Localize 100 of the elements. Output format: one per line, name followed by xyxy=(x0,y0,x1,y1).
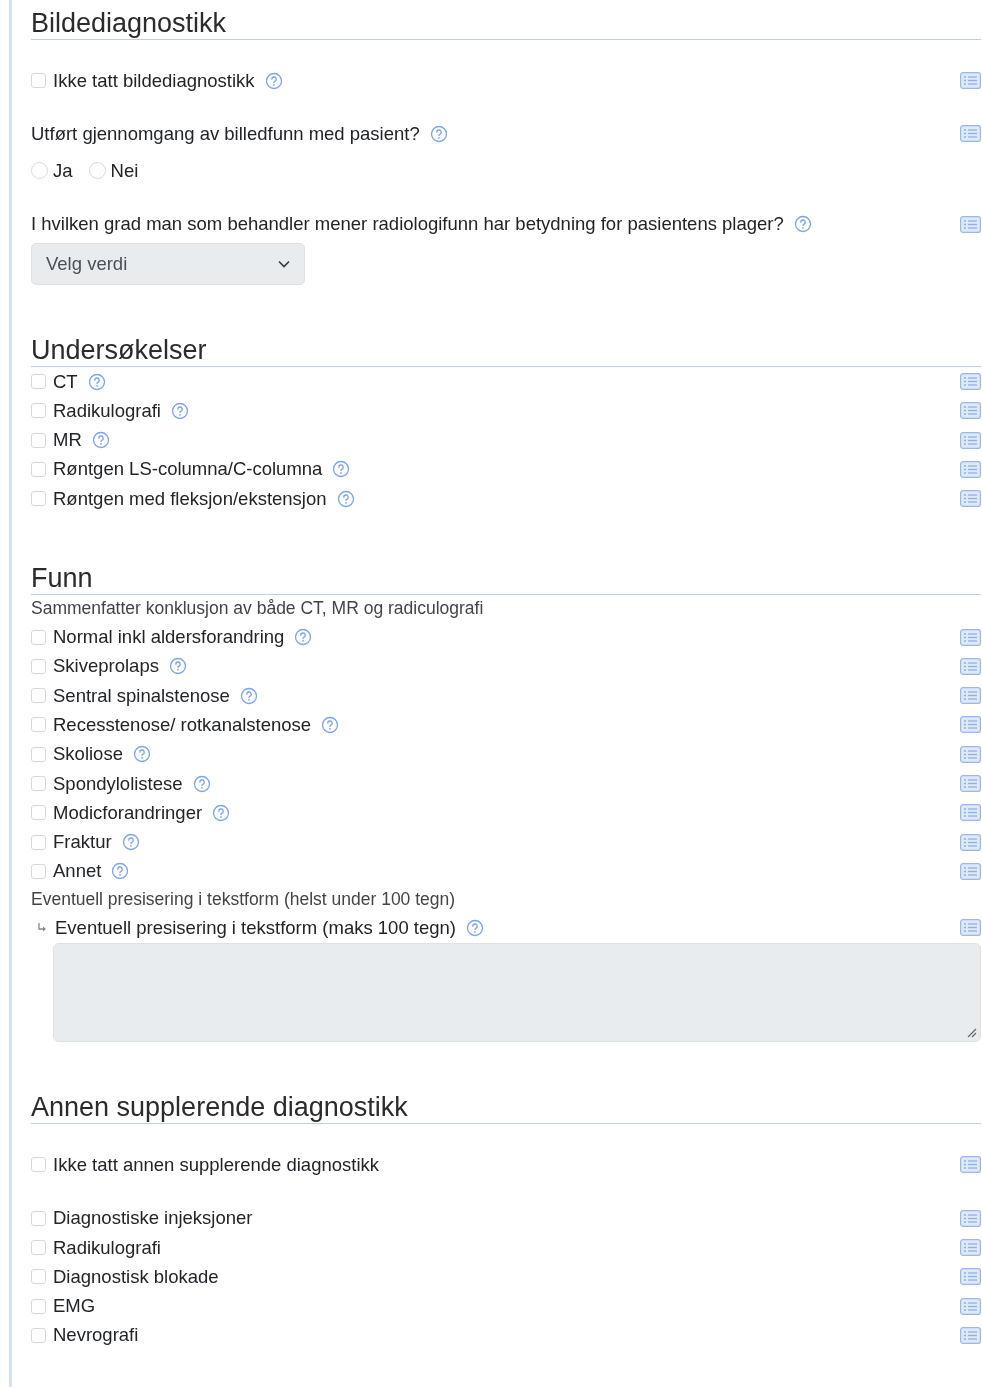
list-icon[interactable] xyxy=(960,1209,981,1227)
list-icon[interactable] xyxy=(960,72,981,90)
list-icon[interactable] xyxy=(960,687,981,705)
section-heading: Undersøkelser xyxy=(31,334,981,367)
checkbox[interactable] xyxy=(31,658,46,674)
help-icon[interactable] xyxy=(793,215,812,234)
checkbox-label: Ikke tatt annen supplerende diagnostikk xyxy=(53,1154,380,1176)
checkbox[interactable] xyxy=(31,491,46,507)
help-icon[interactable] xyxy=(466,918,484,937)
list-icon[interactable] xyxy=(960,833,981,851)
checkbox-label: Diagnostiske injeksjoner xyxy=(53,1207,253,1230)
help-icon[interactable] xyxy=(121,833,140,852)
checkbox-label: Recesstenose/ rotkanalstenose xyxy=(53,713,312,736)
checkbox-label: Fraktur xyxy=(53,831,112,854)
checkbox-label: Diagnostisk blokade xyxy=(53,1265,219,1288)
checkbox[interactable] xyxy=(31,776,46,791)
checkbox[interactable] xyxy=(31,403,46,419)
hint-text: Eventuell presisering i tekstform (helst under 100 tegn) xyxy=(31,889,456,911)
checkbox[interactable] xyxy=(31,717,46,733)
list-icon[interactable] xyxy=(960,657,981,675)
section-heading: Funn xyxy=(31,563,981,596)
help-icon[interactable] xyxy=(87,372,106,391)
help-icon[interactable] xyxy=(132,745,151,764)
checkbox-label: Radikulografi xyxy=(53,399,161,422)
checkbox-label: MR xyxy=(53,429,82,452)
checkbox-label: Annet xyxy=(53,860,102,883)
help-icon[interactable] xyxy=(294,628,313,646)
checkbox-label: Spondylolistese xyxy=(53,772,183,795)
section-heading: Annen supplerende diagnostikk xyxy=(31,1092,981,1125)
checkbox[interactable] xyxy=(31,1210,46,1226)
checkbox[interactable] xyxy=(31,374,46,390)
field-label: Eventuell presisering i tekstform (maks 100 tegn) xyxy=(55,916,456,939)
checkbox-label: Skiveprolaps xyxy=(53,655,159,678)
list-icon[interactable] xyxy=(960,1268,981,1286)
checkbox-label: CT xyxy=(53,370,78,393)
list-icon[interactable] xyxy=(960,431,981,449)
checkbox[interactable] xyxy=(31,688,46,704)
help-icon[interactable] xyxy=(239,686,258,705)
select-dropdown[interactable]: Velg verdi xyxy=(31,242,305,285)
question-label: Utført gjennomgang av billedfunn med pasient? xyxy=(31,122,420,145)
indent-arrow-icon xyxy=(37,922,47,934)
help-icon[interactable] xyxy=(332,460,351,479)
list-icon[interactable] xyxy=(960,490,981,508)
list-icon[interactable] xyxy=(960,775,981,792)
list-icon[interactable] xyxy=(960,373,981,391)
list-icon[interactable] xyxy=(960,402,981,420)
checkbox[interactable] xyxy=(31,1240,46,1256)
hint-text: Sammenfatter konklusjon av både CT, MR og radiculografi xyxy=(31,598,484,620)
list-icon[interactable] xyxy=(960,804,981,822)
checkbox-label: Nevrografi xyxy=(53,1324,139,1347)
list-icon[interactable] xyxy=(960,716,981,734)
list-icon[interactable] xyxy=(960,215,981,233)
chevron-down-icon xyxy=(278,259,290,268)
help-icon[interactable] xyxy=(91,431,110,450)
checkbox-label: EMG xyxy=(53,1295,96,1318)
help-icon[interactable] xyxy=(212,803,231,822)
checkbox[interactable] xyxy=(31,746,46,762)
checkbox[interactable] xyxy=(31,1298,46,1314)
list-icon[interactable] xyxy=(960,628,981,646)
checkbox-label: Røntgen med fleksjon/ekstensjon xyxy=(53,487,327,510)
question-label: I hvilken grad man som behandler mener radiologifunn har betydning for pasientens plager? xyxy=(31,213,784,236)
checkbox[interactable] xyxy=(31,834,46,850)
list-icon[interactable] xyxy=(960,1297,981,1315)
help-icon[interactable] xyxy=(429,124,448,143)
checkbox[interactable] xyxy=(31,73,46,89)
radio-label: Nei xyxy=(110,159,139,182)
help-icon[interactable] xyxy=(321,715,340,734)
help-icon[interactable] xyxy=(171,401,189,420)
section-heading: Bildediagnostikk xyxy=(31,8,981,40)
checkbox[interactable] xyxy=(31,1269,46,1285)
checkbox[interactable] xyxy=(31,1327,46,1343)
checkbox[interactable] xyxy=(31,629,46,645)
list-icon[interactable] xyxy=(960,125,981,143)
help-icon[interactable] xyxy=(336,489,355,508)
list-icon[interactable] xyxy=(960,1239,981,1257)
checkbox-label: Radikulografi xyxy=(53,1236,161,1259)
resize-grip-icon xyxy=(965,1026,977,1039)
checkbox[interactable] xyxy=(31,1157,46,1173)
checkbox-label: Sentral spinalstenose xyxy=(53,684,230,707)
text-area[interactable] xyxy=(53,943,981,1043)
radio-label: Ja xyxy=(53,159,73,182)
checkbox-label: Røntgen LS-columna/C-columna xyxy=(53,458,323,481)
list-icon[interactable] xyxy=(960,745,981,763)
checkbox-label: Skoliose xyxy=(53,743,123,766)
checkbox-label: Normal inkl aldersforandring xyxy=(53,626,285,648)
checkbox[interactable] xyxy=(31,863,46,879)
checkbox[interactable] xyxy=(31,461,46,477)
checkbox-label: Ikke tatt bildediagnostikk xyxy=(53,69,255,92)
help-icon[interactable] xyxy=(192,774,211,793)
checkbox[interactable] xyxy=(31,432,46,448)
list-icon[interactable] xyxy=(960,862,981,880)
list-icon[interactable] xyxy=(960,919,981,937)
list-icon[interactable] xyxy=(960,1156,981,1174)
checkbox[interactable] xyxy=(31,805,46,821)
list-icon[interactable] xyxy=(960,460,981,478)
checkbox-label: Modicforandringer xyxy=(53,801,203,824)
help-icon[interactable] xyxy=(168,657,187,676)
list-icon[interactable] xyxy=(960,1326,981,1344)
help-icon[interactable] xyxy=(264,71,283,90)
help-icon[interactable] xyxy=(111,862,130,881)
